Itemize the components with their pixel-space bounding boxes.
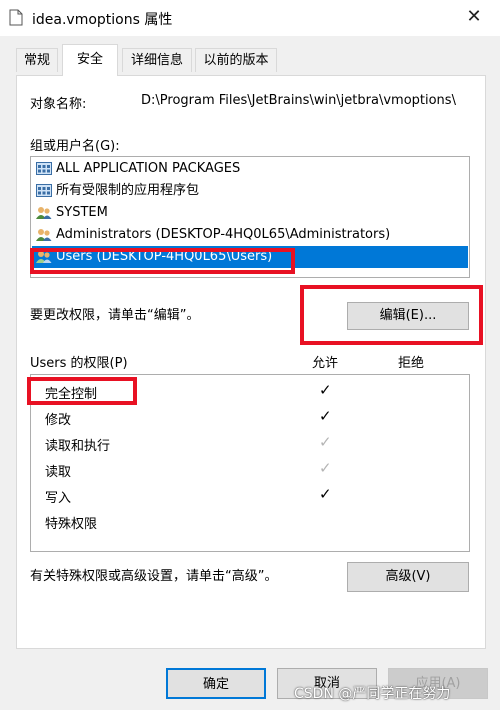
permission-name: 读取: [45, 465, 72, 480]
list-item-label: SYSTEM: [56, 205, 108, 220]
close-button[interactable]: ✕: [462, 6, 486, 27]
users-icon: [36, 206, 52, 219]
list-item[interactable]: 所有受限制的应用程序包: [32, 180, 199, 202]
window-title: idea.vmoptions 属性: [32, 12, 173, 28]
permission-name: 读取和执行: [45, 439, 111, 454]
list-item[interactable]: ALL APPLICATION PACKAGES: [32, 158, 240, 180]
allow-check-icon: ✓: [319, 459, 332, 477]
close-icon: ✕: [466, 6, 482, 27]
groups-label: 组或用户名(G):: [30, 139, 120, 154]
allow-check-icon: ✓: [319, 381, 332, 399]
users-icon: [36, 228, 52, 241]
advanced-button[interactable]: 高级(V): [347, 562, 469, 592]
app-packages-icon: [36, 161, 52, 175]
permission-name: 写入: [45, 491, 72, 506]
list-item-label: ALL APPLICATION PACKAGES: [56, 161, 241, 176]
highlight-box: [30, 248, 295, 274]
object-name-value: D:\Program Files\JetBrains\win\jetbra\vm…: [141, 93, 456, 108]
object-name-label: 对象名称:: [30, 97, 87, 112]
file-icon: [9, 9, 23, 26]
edit-hint: 要更改权限，请单击“编辑”。: [30, 308, 200, 323]
deny-header: 拒绝: [398, 356, 425, 371]
highlight-box: [300, 285, 483, 345]
app-packages-icon: [36, 183, 52, 197]
list-item[interactable]: SYSTEM: [32, 202, 108, 224]
tab-previous-versions[interactable]: 以前的版本: [195, 48, 277, 72]
highlight-box: [27, 377, 137, 405]
tab-security[interactable]: 安全: [62, 44, 118, 76]
allow-check-icon: ✓: [319, 433, 332, 451]
list-item-label: Administrators (DESKTOP-4HQ0L65\Administ…: [56, 227, 391, 242]
ok-button[interactable]: 确定: [166, 668, 266, 699]
advanced-hint: 有关特殊权限或高级设置，请单击“高级”。: [30, 569, 278, 584]
allow-header: 允许: [312, 356, 339, 371]
allow-check-icon: ✓: [319, 407, 332, 425]
permission-name: 特殊权限: [45, 517, 98, 532]
tab-general[interactable]: 常规: [16, 48, 58, 72]
list-item[interactable]: Administrators (DESKTOP-4HQ0L65\Administ…: [32, 224, 390, 246]
tab-details[interactable]: 详细信息: [122, 48, 192, 72]
allow-check-icon: ✓: [319, 485, 332, 503]
watermark: CSDN @严同学正在努力: [294, 686, 451, 702]
permission-name: 修改: [45, 413, 72, 428]
permissions-label: Users 的权限(P): [30, 356, 128, 371]
list-item-label: 所有受限制的应用程序包: [56, 183, 200, 198]
